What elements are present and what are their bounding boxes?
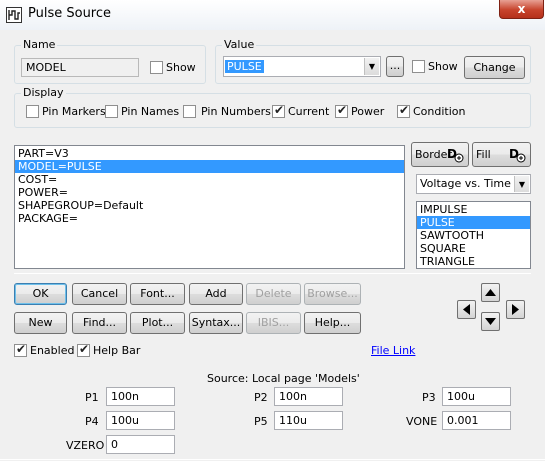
delete-button[interactable]: Delete — [246, 283, 301, 305]
move-left-button[interactable] — [457, 300, 476, 319]
value-combo-text: PULSE — [225, 60, 264, 73]
close-button[interactable]: x — [499, 0, 544, 19]
vzero-label: VZERO — [66, 439, 105, 452]
p4-field[interactable]: 100u — [106, 411, 175, 430]
syntax-button[interactable]: Syntax... — [189, 312, 243, 334]
list-item[interactable]: SAWTOOTH — [417, 229, 530, 242]
move-down-button[interactable] — [481, 312, 500, 331]
help-button[interactable]: Help... — [304, 312, 361, 334]
power-checkbox[interactable] — [335, 103, 348, 118]
power-label: Power — [351, 105, 385, 118]
name-show-label: Show — [166, 61, 196, 74]
browse-button[interactable]: Browse... — [304, 283, 361, 305]
p5-field[interactable]: 110u — [274, 411, 343, 430]
help-bar-checkbox[interactable] — [77, 342, 90, 357]
list-item[interactable]: IMPULSE — [417, 203, 530, 216]
list-item[interactable]: TRIANGLE — [417, 255, 530, 268]
attribute-list[interactable]: PART=V3 MODEL=PULSE COST= POWER= SHAPEGR… — [14, 145, 405, 269]
list-item[interactable]: PULSE — [417, 216, 530, 229]
new-button[interactable]: New — [14, 312, 67, 334]
add-button[interactable]: Add — [189, 283, 243, 305]
shape-list[interactable]: IMPULSE PULSE SAWTOOTH SQUARE TRIANGLE — [416, 201, 531, 269]
ibis-button[interactable]: IBIS... — [246, 312, 301, 334]
chevron-down-icon[interactable]: ▼ — [514, 176, 529, 192]
find-button[interactable]: Find... — [72, 312, 127, 334]
divider — [14, 273, 531, 274]
value-ellipsis-button[interactable]: ... — [386, 56, 404, 77]
arrow-right-icon — [512, 304, 519, 315]
list-item[interactable]: PART=V3 — [15, 147, 404, 160]
list-item[interactable]: SQUARE — [417, 242, 530, 255]
value-group-title: Value — [222, 38, 257, 51]
font-pen-icon: D — [509, 147, 526, 163]
display-group: Display Pin Markers Pin Names Pin Number… — [14, 86, 531, 128]
p3-field[interactable]: 100u — [442, 387, 511, 406]
change-button[interactable]: Change — [464, 56, 525, 79]
fill-button-label: Fill — [476, 148, 491, 161]
value-group: Value PULSE ▼ ... Show Change — [215, 38, 531, 84]
bottom-divider — [0, 459, 545, 460]
vone-field[interactable]: 0.001 — [442, 411, 511, 430]
move-right-button[interactable] — [506, 300, 525, 319]
list-item[interactable]: POWER= — [15, 186, 404, 199]
plot-type-select[interactable]: Voltage vs. Time ▼ — [416, 174, 531, 194]
dialog-body: Name MODEL Show Value PULSE ▼ ... Show C… — [0, 30, 545, 461]
fill-button[interactable]: Fill D — [472, 142, 531, 167]
list-item[interactable]: SHAPEGROUP=Default — [15, 199, 404, 212]
enabled-checkbox[interactable] — [14, 342, 27, 357]
move-up-button[interactable] — [481, 283, 500, 302]
pin-markers-label: Pin Markers — [42, 105, 106, 118]
list-item[interactable]: COST= — [15, 173, 404, 186]
plot-type-value: Voltage vs. Time — [420, 177, 511, 190]
border-button[interactable]: Border D — [411, 142, 469, 167]
plot-button[interactable]: Plot... — [130, 312, 185, 334]
list-item[interactable]: MODEL=PULSE — [15, 160, 404, 173]
condition-label: Condition — [413, 105, 466, 118]
p5-label: P5 — [254, 415, 268, 428]
value-show-checkbox[interactable] — [412, 60, 425, 73]
font-pen-icon: D — [447, 147, 464, 163]
pin-numbers-checkbox[interactable] — [183, 105, 196, 118]
arrow-left-icon — [463, 304, 470, 315]
p1-label: P1 — [85, 391, 99, 404]
current-label: Current — [288, 105, 330, 118]
value-combo[interactable]: PULSE ▼ — [223, 56, 381, 77]
chevron-down-icon[interactable]: ▼ — [364, 58, 379, 75]
condition-checkbox[interactable] — [397, 103, 410, 118]
arrow-down-icon — [485, 318, 496, 325]
display-group-title: Display — [21, 86, 66, 99]
pin-markers-checkbox[interactable] — [26, 105, 39, 118]
name-show-checkbox[interactable] — [150, 61, 163, 74]
p2-label: P2 — [254, 391, 268, 404]
value-show-label: Show — [428, 60, 458, 73]
help-bar-label: Help Bar — [93, 344, 141, 357]
arrow-up-icon — [485, 289, 496, 296]
source-label: Source: Local page 'Models' — [207, 372, 360, 385]
close-icon: x — [517, 2, 526, 16]
current-checkbox[interactable] — [272, 103, 285, 118]
pulse-source-icon — [6, 7, 22, 23]
file-link[interactable]: File Link — [371, 344, 415, 357]
vone-label: VONE — [406, 415, 438, 428]
font-button[interactable]: Font... — [130, 283, 185, 305]
enabled-label: Enabled — [30, 344, 75, 357]
name-group-title: Name — [21, 38, 58, 51]
p2-field[interactable]: 100n — [274, 387, 343, 406]
pin-names-label: Pin Names — [121, 105, 180, 118]
title-bar: Pulse Source x — [0, 0, 545, 30]
name-group: Name MODEL Show — [14, 38, 206, 84]
pin-names-checkbox[interactable] — [105, 105, 118, 118]
p1-field[interactable]: 100n — [106, 387, 175, 406]
p4-label: P4 — [85, 415, 99, 428]
window-title: Pulse Source — [28, 6, 112, 21]
list-item[interactable]: PACKAGE= — [15, 212, 404, 225]
cancel-button[interactable]: Cancel — [72, 283, 127, 305]
p3-label: P3 — [422, 391, 436, 404]
vzero-field[interactable]: 0 — [106, 435, 175, 454]
pin-numbers-label: Pin Numbers — [201, 105, 271, 118]
name-field[interactable]: MODEL — [21, 58, 139, 77]
ok-button[interactable]: OK — [14, 283, 67, 305]
